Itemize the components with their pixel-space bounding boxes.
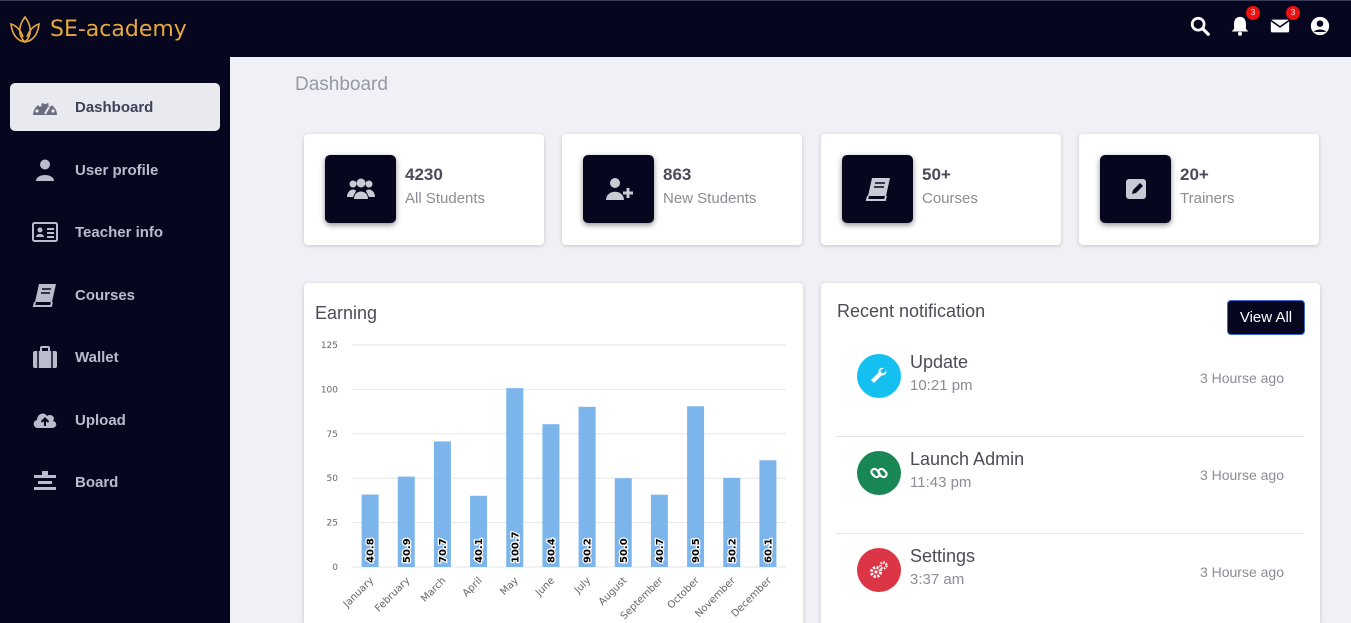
sidebar-item-label: Upload <box>75 411 126 429</box>
stat-card-all-students: 4230 All Students <box>304 134 544 245</box>
stat-label: All Students <box>405 190 486 207</box>
notification-item-settings[interactable]: Settings 3:37 am 3 Hourse ago <box>836 534 1304 623</box>
notification-item-update[interactable]: Update 10:21 pm 3 Hourse ago <box>836 340 1304 437</box>
stat-label: Trainers <box>1180 190 1235 207</box>
users-icon <box>325 155 396 223</box>
sidebar-item-teacher-info[interactable]: Teacher info <box>10 208 220 256</box>
notification-title: Launch Admin <box>910 449 1025 469</box>
notifications-title: Recent notification <box>837 301 986 321</box>
bar-value-label: 50.9 <box>402 538 413 563</box>
bar-value-label: 60.1 <box>763 538 774 563</box>
wrench-icon <box>857 354 901 398</box>
notifications-badge: 3 <box>1246 6 1260 20</box>
bar-value-label: 40.1 <box>474 538 485 563</box>
user-account-icon[interactable] <box>1309 15 1331 37</box>
brand-name: SE-academy <box>50 16 187 42</box>
notification-ago: 3 Hourse ago <box>1199 370 1284 386</box>
x-tick-label: October <box>666 575 703 612</box>
stat-label: New Students <box>663 190 757 207</box>
stat-value: 4230 <box>405 165 443 184</box>
sidebar-item-board[interactable]: Board <box>10 458 220 506</box>
book-icon <box>842 155 913 223</box>
notification-time: 11:43 pm <box>910 474 972 491</box>
notification-ago: 3 Hourse ago <box>1199 564 1284 580</box>
cloud-upload-icon <box>31 408 59 432</box>
notification-item-launch-admin[interactable]: Launch Admin 11:43 pm 3 Hourse ago <box>836 437 1304 534</box>
view-all-button[interactable]: View All <box>1227 300 1305 335</box>
x-tick-label: May <box>498 575 520 597</box>
edit-icon <box>1100 155 1171 223</box>
user-icon <box>31 158 59 182</box>
sidebar-item-dashboard[interactable]: Dashboard <box>10 83 220 131</box>
book-icon <box>31 283 59 307</box>
y-tick-label: 100 <box>321 385 338 395</box>
sidebar-item-label: Board <box>75 473 119 491</box>
user-plus-icon <box>583 155 654 223</box>
earning-panel: Earning 0 25 50 75 100 125 40.8 January 50.9 Febr… <box>304 283 803 623</box>
sidebar-item-user-profile[interactable]: User profile <box>10 146 220 194</box>
x-tick-label: January <box>341 575 376 610</box>
y-tick-label: 50 <box>327 474 339 484</box>
y-tick-label: 75 <box>327 430 338 440</box>
x-tick-label: December <box>730 575 775 620</box>
notifications-panel: Recent notification View All Update 10:2… <box>821 283 1320 623</box>
earning-bar-chart: 0 25 50 75 100 125 40.8 January 50.9 February 70.7… <box>321 341 786 622</box>
stat-value: 863 <box>663 165 692 184</box>
sidebar-item-wallet[interactable]: Wallet <box>10 333 220 381</box>
notification-ago: 3 Hourse ago <box>1199 467 1284 483</box>
top-navbar: SE-academy 3 3 <box>0 0 1351 57</box>
bar-value-label: 50.2 <box>727 538 738 563</box>
bar-value-label: 90.2 <box>583 538 594 563</box>
messages-badge: 3 <box>1286 6 1300 20</box>
sidebar-item-label: Dashboard <box>75 98 154 116</box>
stat-value: 20+ <box>1180 165 1209 184</box>
board-icon <box>31 470 59 494</box>
page-title: Dashboard <box>295 74 388 95</box>
stat-card-courses: 50+ Courses <box>821 134 1061 245</box>
brand[interactable]: SE-academy <box>8 12 187 46</box>
stat-value: 50+ <box>922 165 951 184</box>
y-tick-label: 125 <box>321 341 338 351</box>
notification-title: Update <box>910 352 969 372</box>
y-tick-label: 25 <box>327 519 338 529</box>
stat-card-trainers: 20+ Trainers <box>1079 134 1319 245</box>
notifications-bell-icon[interactable]: 3 <box>1229 6 1260 37</box>
x-tick-label: August <box>597 575 630 608</box>
notification-time: 10:21 pm <box>910 377 973 394</box>
bar-value-label: 80.4 <box>546 538 557 563</box>
lotus-logo-icon <box>10 15 40 44</box>
search-icon[interactable] <box>1189 15 1211 37</box>
bar-value-label: 50.0 <box>619 538 630 563</box>
x-tick-label: March <box>419 575 448 604</box>
sidebar-item-label: Courses <box>75 286 136 304</box>
stat-label: Courses <box>922 190 978 207</box>
sidebar-item-courses[interactable]: Courses <box>10 271 220 319</box>
cogs-icon <box>857 548 901 592</box>
id-card-icon <box>31 220 59 244</box>
dashboard-gauge-icon <box>31 95 59 119</box>
bar-value-label: 100.7 <box>510 531 521 563</box>
bar-value-label: 40.7 <box>655 538 666 563</box>
sidebar-item-label: User profile <box>75 161 159 179</box>
notification-time: 3:37 am <box>910 571 965 588</box>
sidebar: Dashboard User profile Teacher info Cour… <box>0 57 230 623</box>
x-tick-label: June <box>533 575 557 599</box>
sidebar-item-label: Wallet <box>75 348 119 366</box>
stat-card-new-students: 863 New Students <box>562 134 802 245</box>
x-tick-label: April <box>461 575 485 599</box>
messages-envelope-icon[interactable]: 3 <box>1269 6 1300 37</box>
y-tick-label: 0 <box>332 563 338 573</box>
briefcase-icon <box>31 345 59 369</box>
x-tick-label: February <box>373 575 412 614</box>
link-icon <box>857 451 901 495</box>
sidebar-item-label: Teacher info <box>75 223 164 241</box>
bar-value-label: 70.7 <box>438 538 449 563</box>
bar-value-label: 90.5 <box>691 538 702 563</box>
x-tick-label: July <box>572 575 593 596</box>
sidebar-item-upload[interactable]: Upload <box>10 396 220 444</box>
notification-title: Settings <box>910 546 976 566</box>
bar-value-label: 40.8 <box>366 538 377 563</box>
